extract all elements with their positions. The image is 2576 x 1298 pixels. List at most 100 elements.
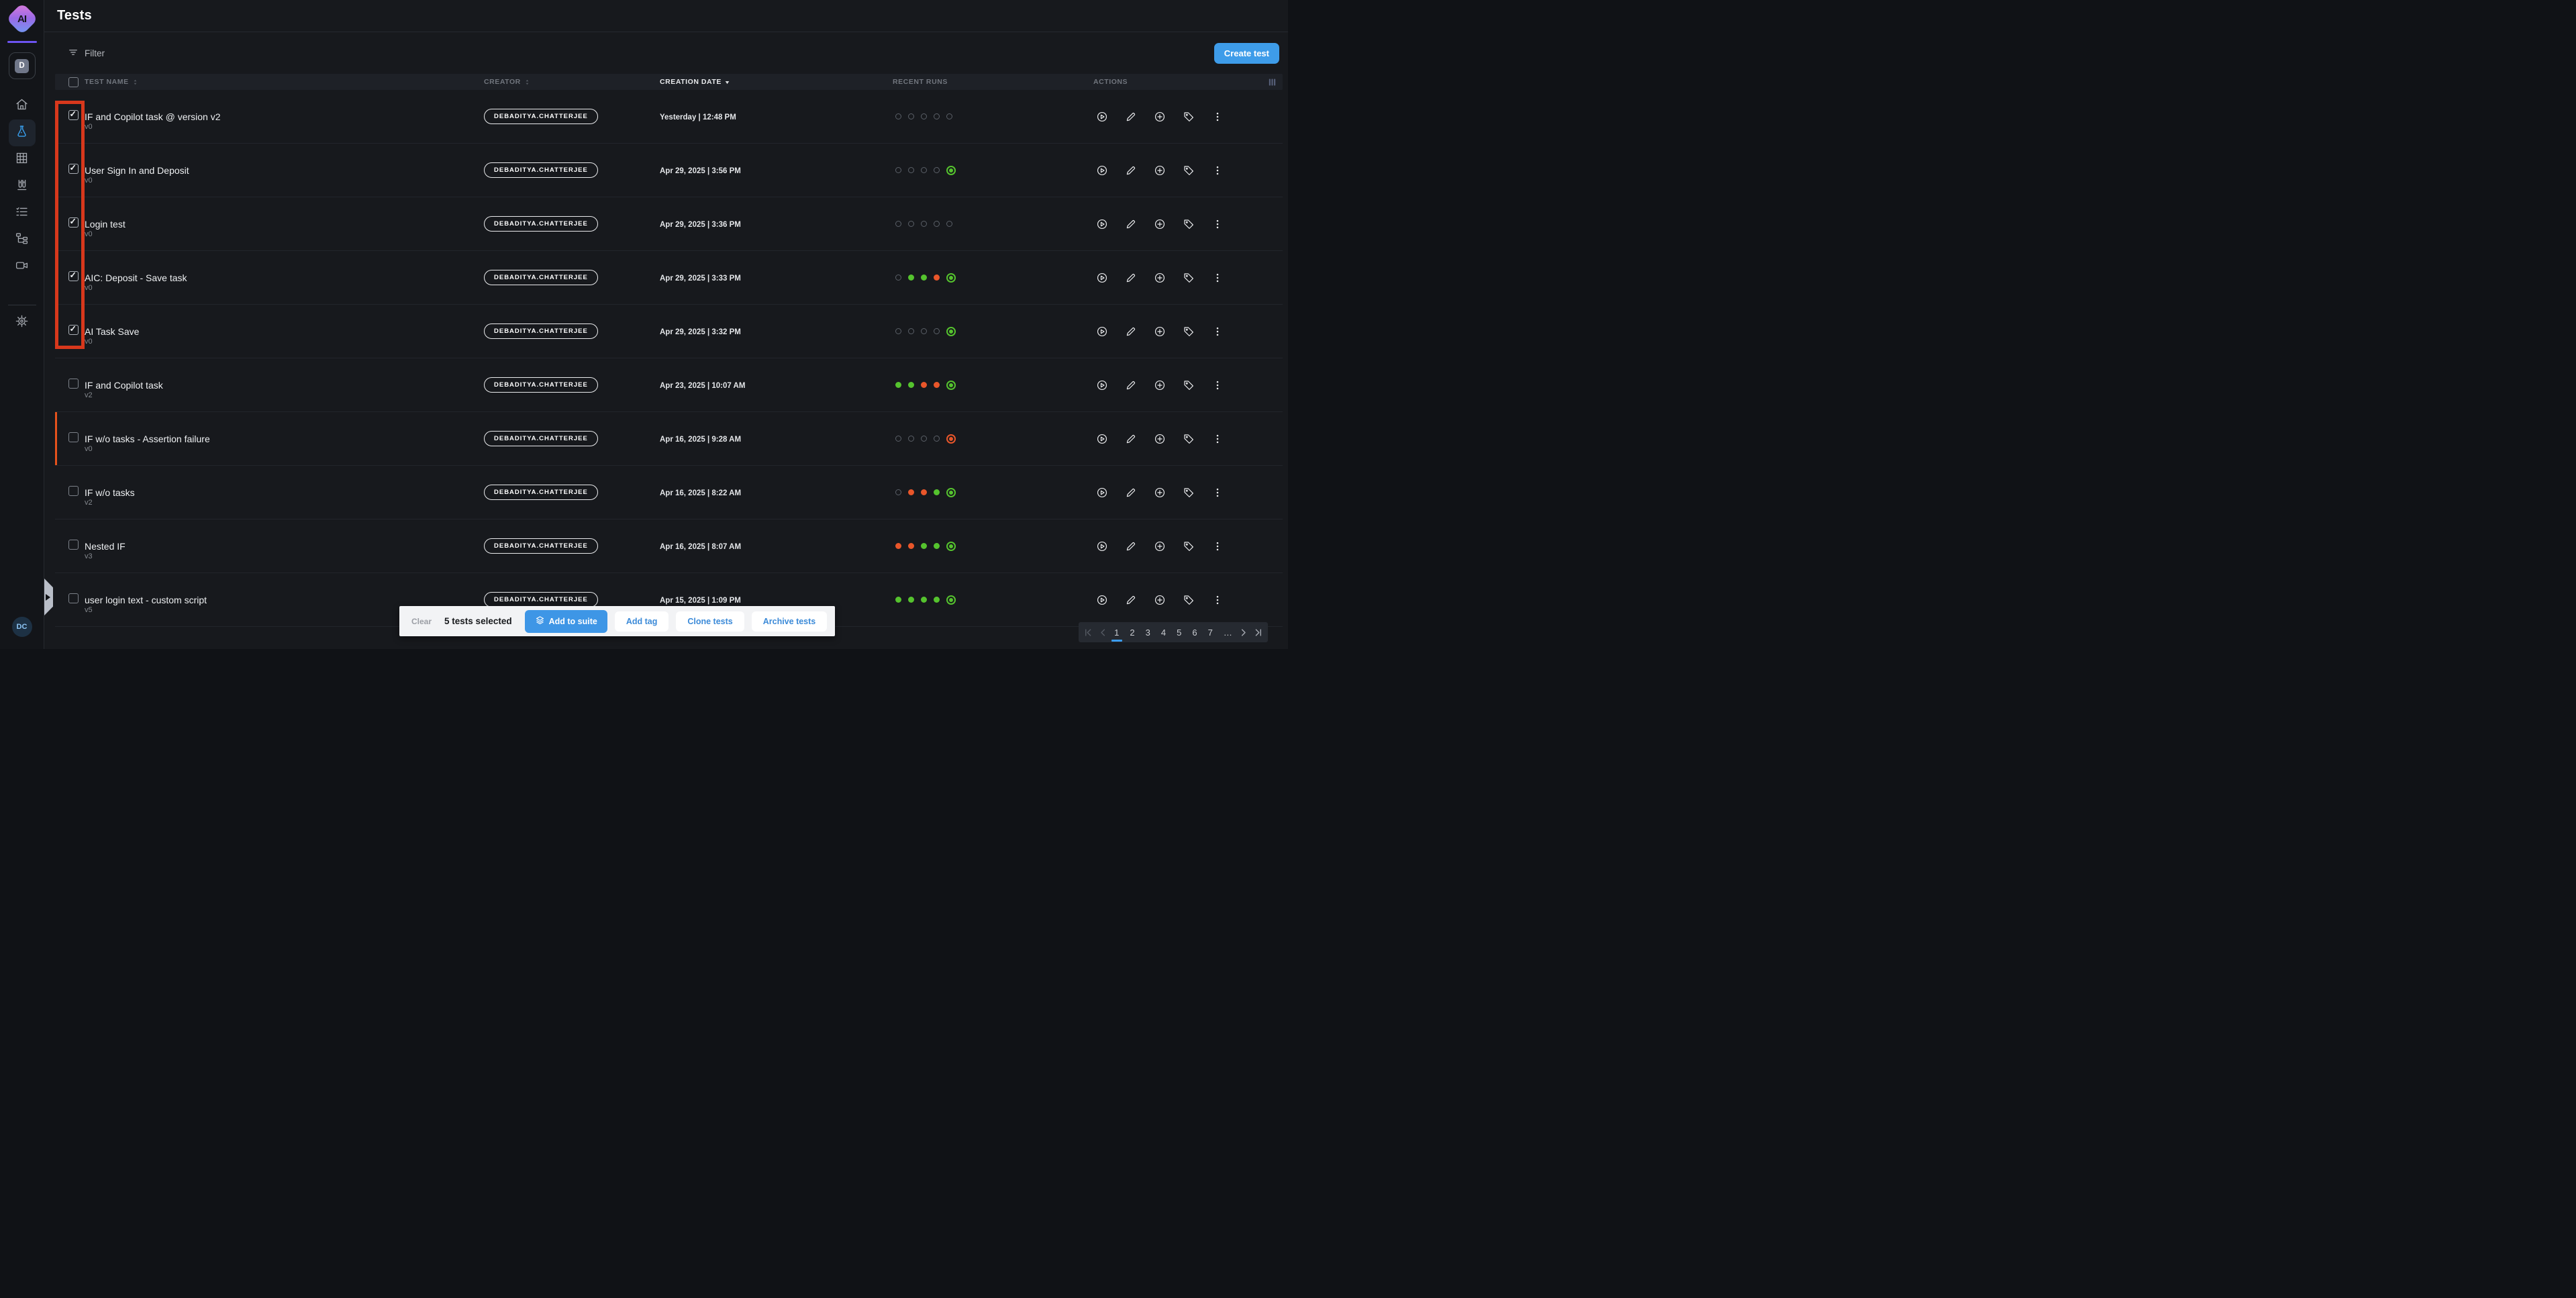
add-to-suite-row-button[interactable]	[1154, 164, 1166, 177]
tag-test-button[interactable]	[1183, 433, 1195, 445]
run-test-button[interactable]	[1096, 594, 1108, 606]
more-options-button[interactable]	[1211, 540, 1224, 552]
run-status-dot[interactable]	[921, 328, 927, 334]
create-test-button[interactable]: Create test	[1214, 43, 1279, 64]
run-status-dot[interactable]	[946, 488, 956, 497]
column-header-creator[interactable]: CREATOR	[484, 78, 660, 86]
tag-test-button[interactable]	[1183, 164, 1195, 177]
app-logo[interactable]: AI	[9, 5, 36, 32]
run-status-dot[interactable]	[946, 595, 956, 605]
page-number-2[interactable]: 2	[1128, 628, 1136, 638]
tag-test-button[interactable]	[1183, 594, 1195, 606]
recent-runs[interactable]	[893, 488, 1093, 497]
first-page-button[interactable]	[1083, 628, 1093, 638]
edit-test-button[interactable]	[1125, 487, 1137, 499]
add-to-suite-row-button[interactable]	[1154, 111, 1166, 123]
tag-test-button[interactable]	[1183, 379, 1195, 391]
run-status-dot[interactable]	[921, 489, 927, 495]
edit-test-button[interactable]	[1125, 111, 1137, 123]
run-status-dot[interactable]	[934, 436, 940, 442]
run-status-dot[interactable]	[921, 221, 927, 227]
run-status-dot[interactable]	[946, 113, 952, 119]
row-checkbox[interactable]	[68, 379, 79, 389]
page-number-5[interactable]: 5	[1175, 628, 1183, 638]
edit-test-button[interactable]	[1125, 272, 1137, 284]
run-status-dot[interactable]	[934, 489, 940, 495]
test-name[interactable]: user login text - custom script	[85, 595, 207, 605]
run-status-dot[interactable]	[934, 382, 940, 388]
page-number-1[interactable]: 1	[1113, 628, 1121, 638]
add-to-suite-row-button[interactable]	[1154, 379, 1166, 391]
column-header-test-name[interactable]: TEST NAME	[85, 78, 484, 86]
clear-selection-button[interactable]: Clear	[411, 617, 432, 626]
sidebar-item-test-plans[interactable]	[9, 200, 36, 227]
test-name[interactable]: IF and Copilot task @ version v2	[85, 111, 221, 122]
run-status-dot[interactable]	[908, 274, 914, 281]
column-header-creation-date[interactable]: CREATION DATE	[660, 78, 893, 86]
run-status-dot[interactable]	[946, 221, 952, 227]
run-status-dot[interactable]	[934, 113, 940, 119]
edit-test-button[interactable]	[1125, 433, 1137, 445]
edit-test-button[interactable]	[1125, 218, 1137, 230]
row-checkbox[interactable]	[68, 110, 79, 120]
sidebar-item-test-suites[interactable]	[9, 173, 36, 200]
tag-test-button[interactable]	[1183, 487, 1195, 499]
more-options-button[interactable]	[1211, 272, 1224, 284]
add-to-suite-row-button[interactable]	[1154, 594, 1166, 606]
test-name[interactable]: IF w/o tasks - Assertion failure	[85, 434, 210, 444]
last-page-button[interactable]	[1253, 628, 1263, 638]
recent-runs[interactable]	[893, 595, 1093, 605]
recent-runs[interactable]	[893, 542, 1093, 551]
more-options-button[interactable]	[1211, 594, 1224, 606]
run-status-dot[interactable]	[946, 434, 956, 444]
run-status-dot[interactable]	[921, 274, 927, 281]
edit-test-button[interactable]	[1125, 379, 1137, 391]
tag-test-button[interactable]	[1183, 218, 1195, 230]
recent-runs[interactable]	[893, 113, 1093, 119]
test-name[interactable]: AIC: Deposit - Save task	[85, 272, 187, 283]
test-name[interactable]: AI Task Save	[85, 326, 139, 337]
run-status-dot[interactable]	[921, 113, 927, 119]
add-tag-button[interactable]: Add tag	[615, 611, 669, 632]
edit-test-button[interactable]	[1125, 540, 1137, 552]
run-status-dot[interactable]	[895, 489, 901, 495]
run-status-dot[interactable]	[921, 382, 927, 388]
add-to-suite-row-button[interactable]	[1154, 326, 1166, 338]
run-status-dot[interactable]	[908, 382, 914, 388]
run-status-dot[interactable]	[908, 436, 914, 442]
run-test-button[interactable]	[1096, 487, 1108, 499]
run-status-dot[interactable]	[934, 543, 940, 549]
run-status-dot[interactable]	[934, 328, 940, 334]
sidebar-item-workflows[interactable]	[9, 227, 36, 254]
row-checkbox[interactable]	[68, 593, 79, 603]
run-status-dot[interactable]	[908, 489, 914, 495]
run-status-dot[interactable]	[895, 221, 901, 227]
recent-runs[interactable]	[893, 166, 1093, 175]
test-name[interactable]: Nested IF	[85, 541, 126, 552]
page-number-6[interactable]: 6	[1191, 628, 1199, 638]
run-test-button[interactable]	[1096, 379, 1108, 391]
run-status-dot[interactable]	[895, 274, 901, 281]
row-checkbox[interactable]	[68, 540, 79, 550]
add-to-suite-button[interactable]: Add to suite	[525, 610, 607, 633]
page-number-3[interactable]: 3	[1144, 628, 1152, 638]
tag-test-button[interactable]	[1183, 111, 1195, 123]
more-options-button[interactable]	[1211, 487, 1224, 499]
run-status-dot[interactable]	[921, 597, 927, 603]
run-status-dot[interactable]	[921, 543, 927, 549]
add-to-suite-row-button[interactable]	[1154, 487, 1166, 499]
run-test-button[interactable]	[1096, 218, 1108, 230]
tag-test-button[interactable]	[1183, 272, 1195, 284]
run-status-dot[interactable]	[895, 167, 901, 173]
run-status-dot[interactable]	[895, 328, 901, 334]
row-checkbox[interactable]	[68, 325, 79, 335]
run-status-dot[interactable]	[895, 382, 901, 388]
run-test-button[interactable]	[1096, 164, 1108, 177]
run-status-dot[interactable]	[895, 543, 901, 549]
tag-test-button[interactable]	[1183, 540, 1195, 552]
add-to-suite-row-button[interactable]	[1154, 540, 1166, 552]
previous-page-button[interactable]	[1098, 628, 1108, 638]
more-options-button[interactable]	[1211, 433, 1224, 445]
row-checkbox[interactable]	[68, 217, 79, 228]
more-options-button[interactable]	[1211, 164, 1224, 177]
